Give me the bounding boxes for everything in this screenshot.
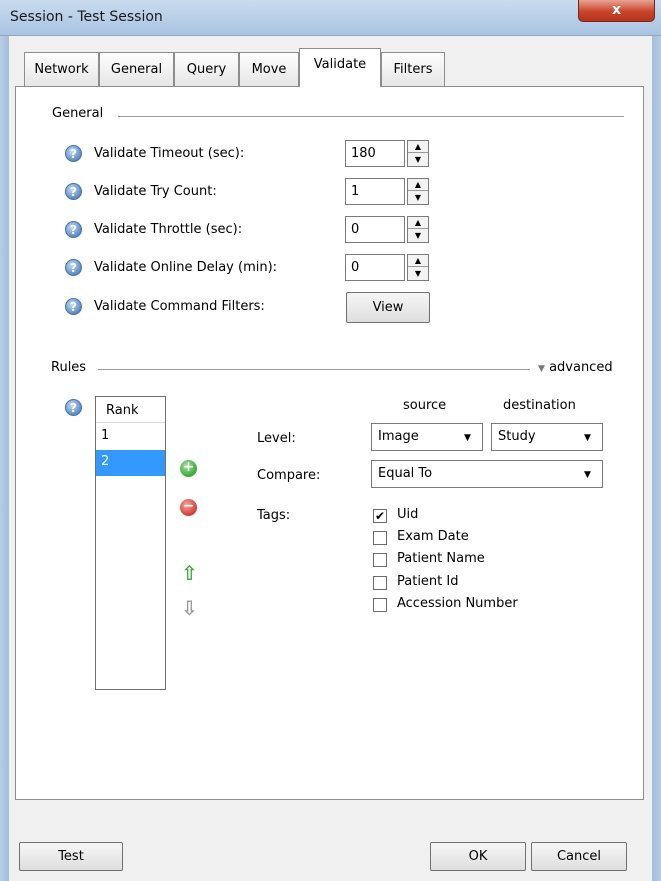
validate-timeout-spinner[interactable]: ▲ ▼	[407, 140, 429, 167]
dropdown-arrow-icon: ▼	[584, 433, 591, 443]
help-icon[interactable]: ?	[65, 221, 82, 238]
level-source-value: Image	[378, 429, 419, 444]
help-icon[interactable]: ?	[65, 183, 82, 200]
ok-button[interactable]: OK	[430, 842, 526, 871]
validate-try-count-label: Validate Try Count:	[94, 184, 217, 199]
level-destination-value: Study	[498, 429, 536, 444]
window-frame-left	[0, 36, 9, 881]
dropdown-arrow-icon: ▼	[584, 470, 591, 480]
tab-query[interactable]: Query	[174, 52, 239, 86]
tag-patient-name-label: Patient Name	[397, 551, 485, 566]
tab-label: Filters	[393, 62, 433, 77]
dropdown-arrow-icon: ▼	[464, 433, 471, 443]
rank-column-header[interactable]: Rank	[96, 397, 165, 423]
tag-accession-number-label: Accession Number	[397, 596, 518, 611]
validate-throttle-label: Validate Throttle (sec):	[94, 222, 243, 237]
help-icon[interactable]: ?	[65, 259, 82, 276]
tag-uid-label: Uid	[397, 507, 419, 522]
general-section-label: General	[52, 106, 104, 121]
close-button[interactable]: x	[578, 0, 655, 22]
validate-online-delay-input[interactable]: 0	[345, 254, 405, 281]
help-icon[interactable]: ?	[65, 145, 82, 162]
rules-section-label: Rules	[51, 360, 87, 375]
add-rule-icon[interactable]: +	[180, 460, 197, 477]
general-divider	[118, 116, 624, 117]
spin-down-icon[interactable]: ▼	[408, 154, 428, 166]
tab-validate[interactable]: Validate	[299, 48, 381, 87]
validate-timeout-input[interactable]: 180	[345, 140, 405, 167]
remove-rule-icon[interactable]: −	[180, 499, 197, 516]
level-destination-select[interactable]: Study ▼	[491, 423, 603, 451]
cancel-button[interactable]: Cancel	[531, 842, 627, 871]
validate-throttle-spinner[interactable]: ▲ ▼	[407, 216, 429, 243]
compare-select[interactable]: Equal To ▼	[371, 460, 603, 488]
validate-throttle-input[interactable]: 0	[345, 216, 405, 243]
tag-patient-id-checkbox[interactable]	[373, 576, 387, 590]
move-down-icon[interactable]: ⇩	[181, 596, 198, 620]
rank-list[interactable]: Rank 1 2	[95, 396, 166, 690]
tab-filters[interactable]: Filters	[381, 52, 445, 86]
spin-up-icon[interactable]: ▲	[408, 179, 428, 191]
validate-try-count-spinner[interactable]: ▲ ▼	[407, 178, 429, 205]
tab-move[interactable]: Move	[239, 52, 299, 86]
validate-online-delay-spinner[interactable]: ▲ ▼	[407, 254, 429, 281]
tag-patient-name-checkbox[interactable]	[373, 553, 387, 567]
window-title: Session - Test Session	[10, 9, 163, 25]
help-icon[interactable]: ?	[65, 399, 82, 416]
tags-label: Tags:	[257, 508, 291, 523]
level-source-select[interactable]: Image ▼	[371, 423, 483, 451]
tag-exam-date-label: Exam Date	[397, 529, 469, 544]
window-frame-right	[652, 36, 661, 881]
compare-label: Compare:	[257, 468, 321, 483]
tag-accession-number-checkbox[interactable]	[373, 598, 387, 612]
tab-label: Move	[251, 62, 287, 77]
advanced-chevron-icon: ▼	[538, 364, 545, 374]
spin-up-icon[interactable]: ▲	[408, 141, 428, 153]
move-up-icon[interactable]: ⇧	[181, 561, 198, 585]
tag-patient-id-label: Patient Id	[397, 574, 459, 589]
list-item[interactable]: 1	[96, 424, 165, 450]
title-bar: Session - Test Session x	[0, 0, 661, 36]
tab-general[interactable]: General	[99, 52, 174, 86]
close-icon: x	[611, 2, 622, 18]
spin-up-icon[interactable]: ▲	[408, 217, 428, 229]
test-button[interactable]: Test	[19, 842, 123, 871]
list-item-selected[interactable]: 2	[96, 450, 165, 476]
help-icon[interactable]: ?	[65, 298, 82, 315]
tab-label: Validate	[313, 57, 367, 72]
spin-down-icon[interactable]: ▼	[408, 230, 428, 242]
destination-header: destination	[503, 398, 576, 413]
tag-uid-checkbox[interactable]: ✔	[373, 509, 387, 523]
advanced-label: advanced	[549, 360, 613, 375]
validate-command-filters-label: Validate Command Filters:	[94, 299, 265, 314]
validate-timeout-label: Validate Timeout (sec):	[94, 146, 245, 161]
tab-label: General	[110, 62, 163, 77]
tab-label: Network	[34, 62, 89, 77]
view-filters-button[interactable]: View	[346, 292, 430, 323]
spin-down-icon[interactable]: ▼	[408, 192, 428, 204]
advanced-toggle[interactable]: ▼ advanced	[538, 360, 613, 375]
validate-try-count-input[interactable]: 1	[345, 178, 405, 205]
level-label: Level:	[257, 431, 296, 446]
tag-exam-date-checkbox[interactable]	[373, 531, 387, 545]
source-header: source	[403, 398, 447, 413]
compare-value: Equal To	[378, 466, 433, 481]
validate-online-delay-label: Validate Online Delay (min):	[94, 260, 278, 275]
spin-up-icon[interactable]: ▲	[408, 255, 428, 267]
tab-network[interactable]: Network	[24, 52, 99, 86]
tab-label: Query	[186, 62, 227, 77]
rules-divider	[98, 369, 530, 370]
spin-down-icon[interactable]: ▼	[408, 268, 428, 280]
